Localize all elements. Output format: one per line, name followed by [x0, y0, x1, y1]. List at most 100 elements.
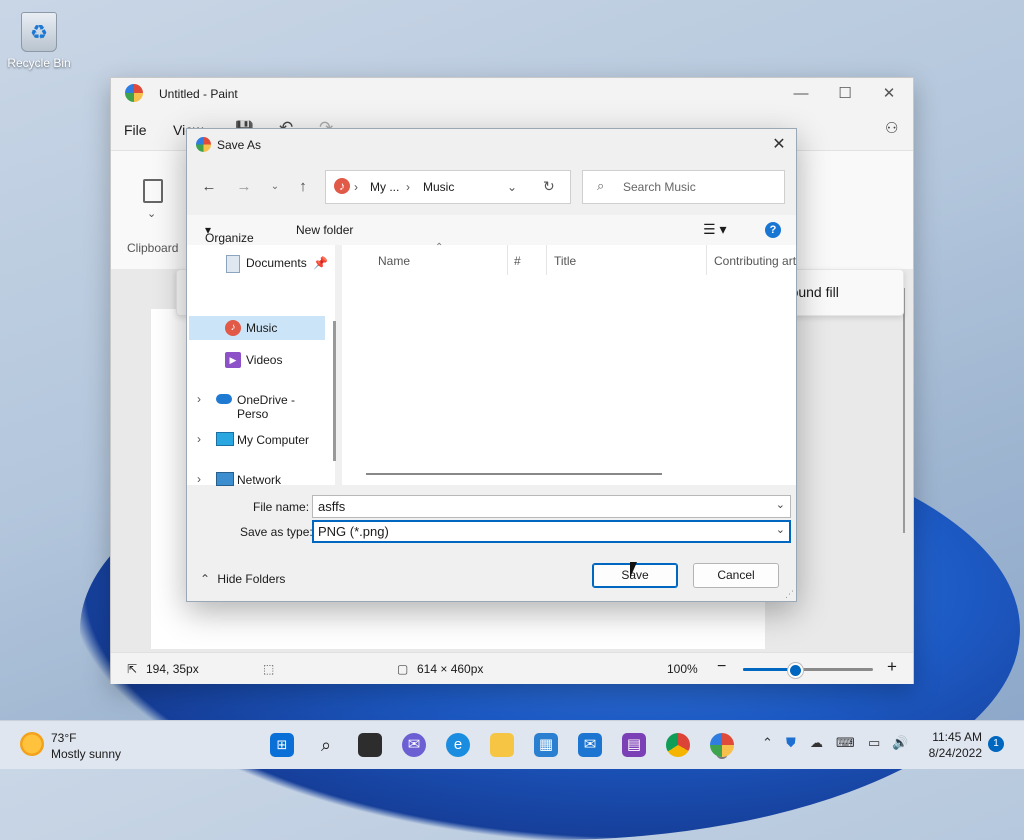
column-contributing-artists[interactable]: Contributing art	[714, 254, 796, 268]
chat-icon[interactable]: ✉	[402, 733, 426, 757]
onedrive-cloud-icon[interactable]: ☁	[810, 735, 823, 751]
address-bar[interactable]: ♪ › My ... › Music ⌄ ↻	[325, 170, 571, 204]
file-explorer-icon[interactable]	[490, 733, 514, 757]
security-shield-icon[interactable]: ⛊	[786, 735, 796, 751]
start-icon[interactable]: ⊞	[270, 733, 294, 757]
zoom-percent: 100%	[667, 662, 698, 676]
organize-button[interactable]: Organize ▾	[205, 223, 254, 245]
back-arrow-icon[interactable]: ←	[198, 176, 220, 198]
up-arrow-icon[interactable]: ↑	[292, 176, 314, 198]
paint-app-icon	[196, 137, 211, 152]
volume-icon[interactable]: 🔊	[892, 735, 908, 751]
command-bar: Organize ▾ New folder ☰ ▾ ?	[187, 215, 796, 245]
close-window-button[interactable]: ✕	[867, 82, 911, 106]
paint-titlebar[interactable]: Untitled - Paint — ☐ ✕	[111, 78, 913, 108]
nav-item-videos[interactable]: ▶ Videos	[189, 348, 325, 372]
chevron-up-icon[interactable]: ⌃	[762, 735, 773, 751]
breadcrumb-my[interactable]: My ...	[370, 180, 399, 194]
weather-sun-icon[interactable]	[20, 732, 44, 756]
cursor-position: 194, 35px	[146, 662, 199, 676]
notification-badge[interactable]: 1	[988, 736, 1004, 752]
breadcrumb-music[interactable]: Music	[423, 180, 454, 194]
zoom-slider-thumb[interactable]	[788, 663, 803, 678]
file-name-value: asffs	[318, 499, 346, 514]
recycle-bin-icon	[21, 12, 57, 52]
nav-item-label: Videos	[246, 353, 283, 367]
chevron-right-icon[interactable]: ›	[197, 472, 201, 486]
column-title[interactable]: Title	[554, 254, 576, 268]
chrome-icon[interactable]	[666, 733, 690, 757]
column-divider[interactable]	[507, 245, 508, 275]
clipboard-icon[interactable]	[143, 179, 163, 203]
column-number[interactable]: #	[514, 254, 521, 268]
file-name-field[interactable]: asffs ⌄	[312, 495, 791, 518]
canvas-size: 614 × 460px	[417, 662, 484, 676]
resize-grip[interactable]: ⋰	[785, 589, 794, 600]
mouse-pointer-icon	[630, 562, 637, 578]
recent-locations-icon[interactable]: ⌄	[264, 176, 286, 198]
edge-icon[interactable]: e	[446, 733, 470, 757]
nav-item-onedrive[interactable]: › OneDrive - Perso	[189, 388, 325, 421]
computer-icon	[216, 432, 234, 446]
nav-item-network[interactable]: › Network	[189, 468, 325, 492]
selection-size-icon: ⬚	[263, 662, 275, 676]
minimize-button[interactable]: —	[779, 82, 823, 106]
mail-icon[interactable]: ✉	[578, 733, 602, 757]
refresh-icon[interactable]: ↻	[543, 178, 555, 195]
dialog-close-button[interactable]: ✕	[767, 134, 791, 156]
save-as-type-label: Save as type:	[240, 525, 313, 539]
nav-item-my-computer[interactable]: › My Computer	[189, 428, 325, 452]
breadcrumb-separator: ›	[406, 180, 410, 194]
recycle-bin-label: Recycle Bin	[7, 56, 71, 70]
navigation-pane: Documents 📌 ♪ Music ▶ Videos › OneDrive …	[187, 245, 335, 487]
cancel-button[interactable]: Cancel	[693, 563, 779, 588]
zoom-out-button[interactable]: −	[717, 658, 726, 676]
documents-icon	[226, 255, 240, 273]
pin-icon: 📌	[313, 256, 328, 270]
chevron-right-icon[interactable]: ›	[197, 392, 201, 406]
forward-arrow-icon[interactable]: →	[233, 176, 255, 198]
network-status-icon[interactable]: ▭	[868, 735, 880, 751]
nav-item-label: Music	[246, 321, 278, 335]
hide-folders-toggle[interactable]: ⌃ Hide Folders	[200, 572, 285, 586]
new-folder-button[interactable]: New folder	[296, 223, 353, 237]
chevron-right-icon[interactable]: ›	[197, 432, 201, 446]
music-icon: ♪	[225, 320, 241, 336]
recycle-bin-shortcut[interactable]: Recycle Bin	[6, 10, 72, 70]
column-divider[interactable]	[546, 245, 547, 275]
column-divider[interactable]	[706, 245, 707, 275]
column-name[interactable]: Name	[378, 254, 410, 268]
help-icon[interactable]: ?	[765, 222, 781, 238]
store-icon[interactable]: ▦	[534, 733, 558, 757]
chevron-down-icon[interactable]: ⌄	[507, 180, 517, 194]
search-icon: ⌕	[597, 178, 605, 193]
status-bar: ⇱ 194, 35px ⬚ ▢ 614 × 460px 100% − +	[111, 652, 913, 684]
nav-item-documents[interactable]: Documents 📌	[189, 251, 328, 275]
search-placeholder: Search Music	[623, 180, 696, 194]
save-as-type-dropdown[interactable]: PNG (*.png) ⌄	[312, 520, 791, 543]
nav-item-music[interactable]: ♪ Music	[189, 316, 325, 340]
clock[interactable]: 11:45 AM 8/24/2022	[918, 729, 982, 761]
chevron-down-icon[interactable]: ⌄	[776, 498, 785, 511]
zoom-slider[interactable]	[743, 663, 873, 678]
search-box[interactable]: ⌕ Search Music	[582, 170, 785, 204]
zoom-in-button[interactable]: +	[887, 657, 897, 677]
share-icon[interactable]: ⚇	[885, 119, 898, 137]
task-view-icon[interactable]	[358, 733, 382, 757]
weather-widget[interactable]: 73°F Mostly sunny	[51, 730, 121, 762]
paint-taskbar-icon[interactable]	[710, 733, 734, 757]
nav-pane-scrollbar[interactable]	[333, 321, 336, 461]
clipboard-label: Clipboard	[127, 241, 179, 255]
keyboard-icon[interactable]: ⌨	[836, 735, 855, 751]
pointer-icon: ⇱	[127, 662, 138, 676]
vertical-scrollbar[interactable]	[903, 288, 905, 533]
horizontal-scrollbar[interactable]	[366, 473, 662, 475]
menu-file[interactable]: File	[124, 122, 147, 138]
organize-label: Organize	[205, 231, 254, 245]
maximize-button[interactable]: ☐	[823, 82, 867, 106]
chevron-down-icon[interactable]: ⌄	[147, 207, 156, 220]
search-icon[interactable]: ⌕	[314, 733, 338, 757]
view-options-icon[interactable]: ☰ ▾	[703, 221, 726, 238]
network-icon	[216, 472, 234, 486]
clipchamp-icon[interactable]: ▤	[622, 733, 646, 757]
